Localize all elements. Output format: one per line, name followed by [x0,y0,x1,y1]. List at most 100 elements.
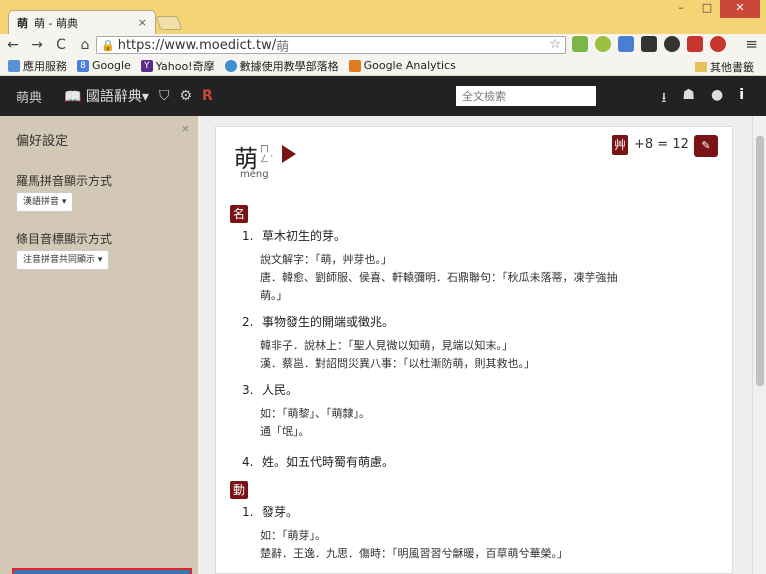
book-icon: 📖 [64,89,82,105]
bookmark-label: Yahoo!奇摩 [155,59,215,73]
radical-index-icon[interactable]: R [202,88,213,104]
info-icon[interactable]: i [739,87,744,111]
phonetic-select[interactable]: 注音拼音共同顯示 ▾ [16,250,110,270]
romanization-label: 羅馬拼音顯示方式 [16,174,113,188]
definition-text: 發芽。 [262,505,299,519]
play-audio-icon[interactable] [282,145,296,163]
radical-badge[interactable]: 艸 [612,135,628,155]
forward-icon[interactable]: → [26,37,48,53]
folder-icon [695,62,707,72]
definition-text: 人民。 [262,383,299,397]
bookmark-apps[interactable]: 應用服務 [8,58,67,74]
bookmark-star-icon[interactable]: ☆ [549,37,561,52]
caret-down-icon: ▾ [97,255,103,265]
url-host: https://www.moedict.tw/ [117,37,277,53]
minimize-icon[interactable]: – [668,0,694,18]
edit-pencil-icon[interactable]: ✎ [694,135,718,157]
bookmark-label: Google [92,59,131,72]
window-controls: – □ ✕ [668,0,760,18]
apple-icon[interactable]: ● [711,87,723,111]
bookmark-label: 其他書籤 [710,61,754,74]
close-preferences-button[interactable]: 關閉 [12,568,192,574]
browser-menu-icon[interactable]: ≡ [745,35,758,53]
caret-down-icon: ▾ [141,89,149,105]
browser-tab[interactable]: 萌 萌 - 萌典 × [8,10,156,34]
settings-icon[interactable]: ⚙ [179,88,192,104]
sidebar-close-icon[interactable]: × [181,122,190,135]
google-icon: 8 [77,59,89,72]
bookmark-blog[interactable]: 數據使用教學部落格 [224,58,339,74]
definition-number: 3. [242,383,254,397]
appbar-right-icons: ⭳ ☗ ● i [662,87,745,111]
extension-cup-icon[interactable] [664,36,680,52]
phonetic-value: 注音拼音共同顯示 [23,255,96,265]
romanization-select[interactable]: 漢語拼音 ▾ [16,192,74,212]
reload-icon[interactable]: C [50,37,72,53]
definition-item: 2. 事物發生的開端或徵兆。 [242,313,394,330]
fulltext-search-input[interactable] [456,86,596,106]
bookmark-analytics[interactable]: Google Analytics [348,59,456,72]
bookmark-google[interactable]: 8 Google [77,59,131,72]
android-icon[interactable]: ☗ [682,87,695,111]
sidebar-title: 偏好設定 [16,134,69,149]
tab-title: 萌 - 萌典 [34,16,78,30]
caret-down-icon: ▾ [61,197,67,207]
page-scrollbar[interactable] [752,116,766,574]
pos-badge-noun: 名 [230,205,248,223]
bookmark-label: 數據使用教學部落格 [239,59,339,73]
browser-toolbar: ← → C ⌂ 🔒 https://www.moedict.tw/萌 ☆ ≡ [0,34,766,56]
apps-grid-icon [8,59,20,72]
download-icon[interactable]: ⭳ [662,87,667,111]
page-content: 萌典 📖 國語辭典▾ ⛉ ⚙ R ⭳ ☗ ● i × 偏好設定 羅馬拼音顯示方式… [0,76,766,574]
stroke-count: +8 = 12 [634,137,689,152]
example-line: 楚辭．王逸．九思．傷時：「明風習習兮龢暖，百草萌兮華榮。」 [260,547,568,560]
definition-item: 1. 發芽。 [242,503,298,520]
definition-text: 姓。如五代時蜀有萌慮。 [262,455,395,469]
new-tab-button[interactable] [155,16,183,30]
tab-close-icon[interactable]: × [138,16,147,29]
back-icon[interactable]: ← [2,37,24,53]
tab-favicon: 萌 [17,16,28,30]
extension-icons [572,36,726,52]
translate-icon[interactable] [618,36,634,52]
bookmarks-bar: 應用服務 8 Google Y Yahoo!奇摩 數據使用教學部落格 Google … [0,56,766,76]
example-line: 如：「萌黎」、「萌隸」。 [260,407,370,420]
analytics-icon [348,59,361,72]
example-line: 說文解字：「萌，艸芽也。」 [260,253,392,266]
example-line: 漢．蔡邕．對詔問災異八事：「以杜漸防萌，則其救也。」 [260,357,535,370]
scrollbar-thumb[interactable] [756,136,764,386]
extension-book-icon[interactable] [687,36,703,52]
dictionary-menu-label: 國語辭典 [85,89,142,105]
example-line: 唐．韓愈、劉師服、侯喜、軒轅彌明．石鼎聯句：「秋瓜未落蒂，凍芋強抽 [260,271,618,284]
dictionary-menu[interactable]: 📖 國語辭典▾ [64,86,149,106]
bookmark-label: Google Analytics [363,59,456,72]
bookmark-other-folder[interactable]: 其他書籤 [695,59,754,75]
extension-pen-icon[interactable] [641,36,657,52]
example-line: 韓非子．說林上：「聖人見微以知萌，見端以知末。」 [260,339,513,352]
bookmark-list-icon[interactable]: ⛉ [159,88,170,104]
browser-titlebar: 萌 萌 - 萌典 × – □ ✕ [0,0,766,34]
definition-item: 3. 人民。 [242,381,298,398]
close-window-icon[interactable]: ✕ [720,0,760,18]
bookmark-yahoo[interactable]: Y Yahoo!奇摩 [140,58,215,74]
maximize-icon[interactable]: □ [694,0,720,18]
pinyin: méng [240,169,269,180]
blog-icon [224,59,237,72]
definition-text: 事物發生的開端或徵兆。 [262,315,395,329]
definition-item: 4. 姓。如五代時蜀有萌慮。 [242,453,394,470]
extension-shield-icon[interactable] [572,36,588,52]
definition-number: 4. [242,455,254,469]
brand-link[interactable]: 萌典 [16,87,42,106]
entry-card: 萌 ㄇㄥˊ méng 艸 +8 = 12 ✎ 名 1. 草木初生的芽。 說文解字：… [215,126,733,574]
example-line: 通「氓」。 [260,425,310,438]
extension-face-icon[interactable] [595,36,611,52]
definition-number: 1. [242,505,254,519]
extension-stop-icon[interactable] [710,36,726,52]
address-bar[interactable]: 🔒 https://www.moedict.tw/萌 ☆ [96,36,566,55]
phonetic-label: 條目音標顯示方式 [16,232,113,246]
app-navbar: 萌典 📖 國語辭典▾ ⛉ ⚙ R ⭳ ☗ ● i [0,76,766,116]
preferences-sidebar: × 偏好設定 羅馬拼音顯示方式 漢語拼音 ▾ 條目音標顯示方式 注音拼音共同顯示… [0,116,198,574]
bookmark-label: 應用服務 [23,59,67,73]
pos-badge-verb: 動 [230,481,248,499]
home-icon[interactable]: ⌂ [74,37,96,53]
